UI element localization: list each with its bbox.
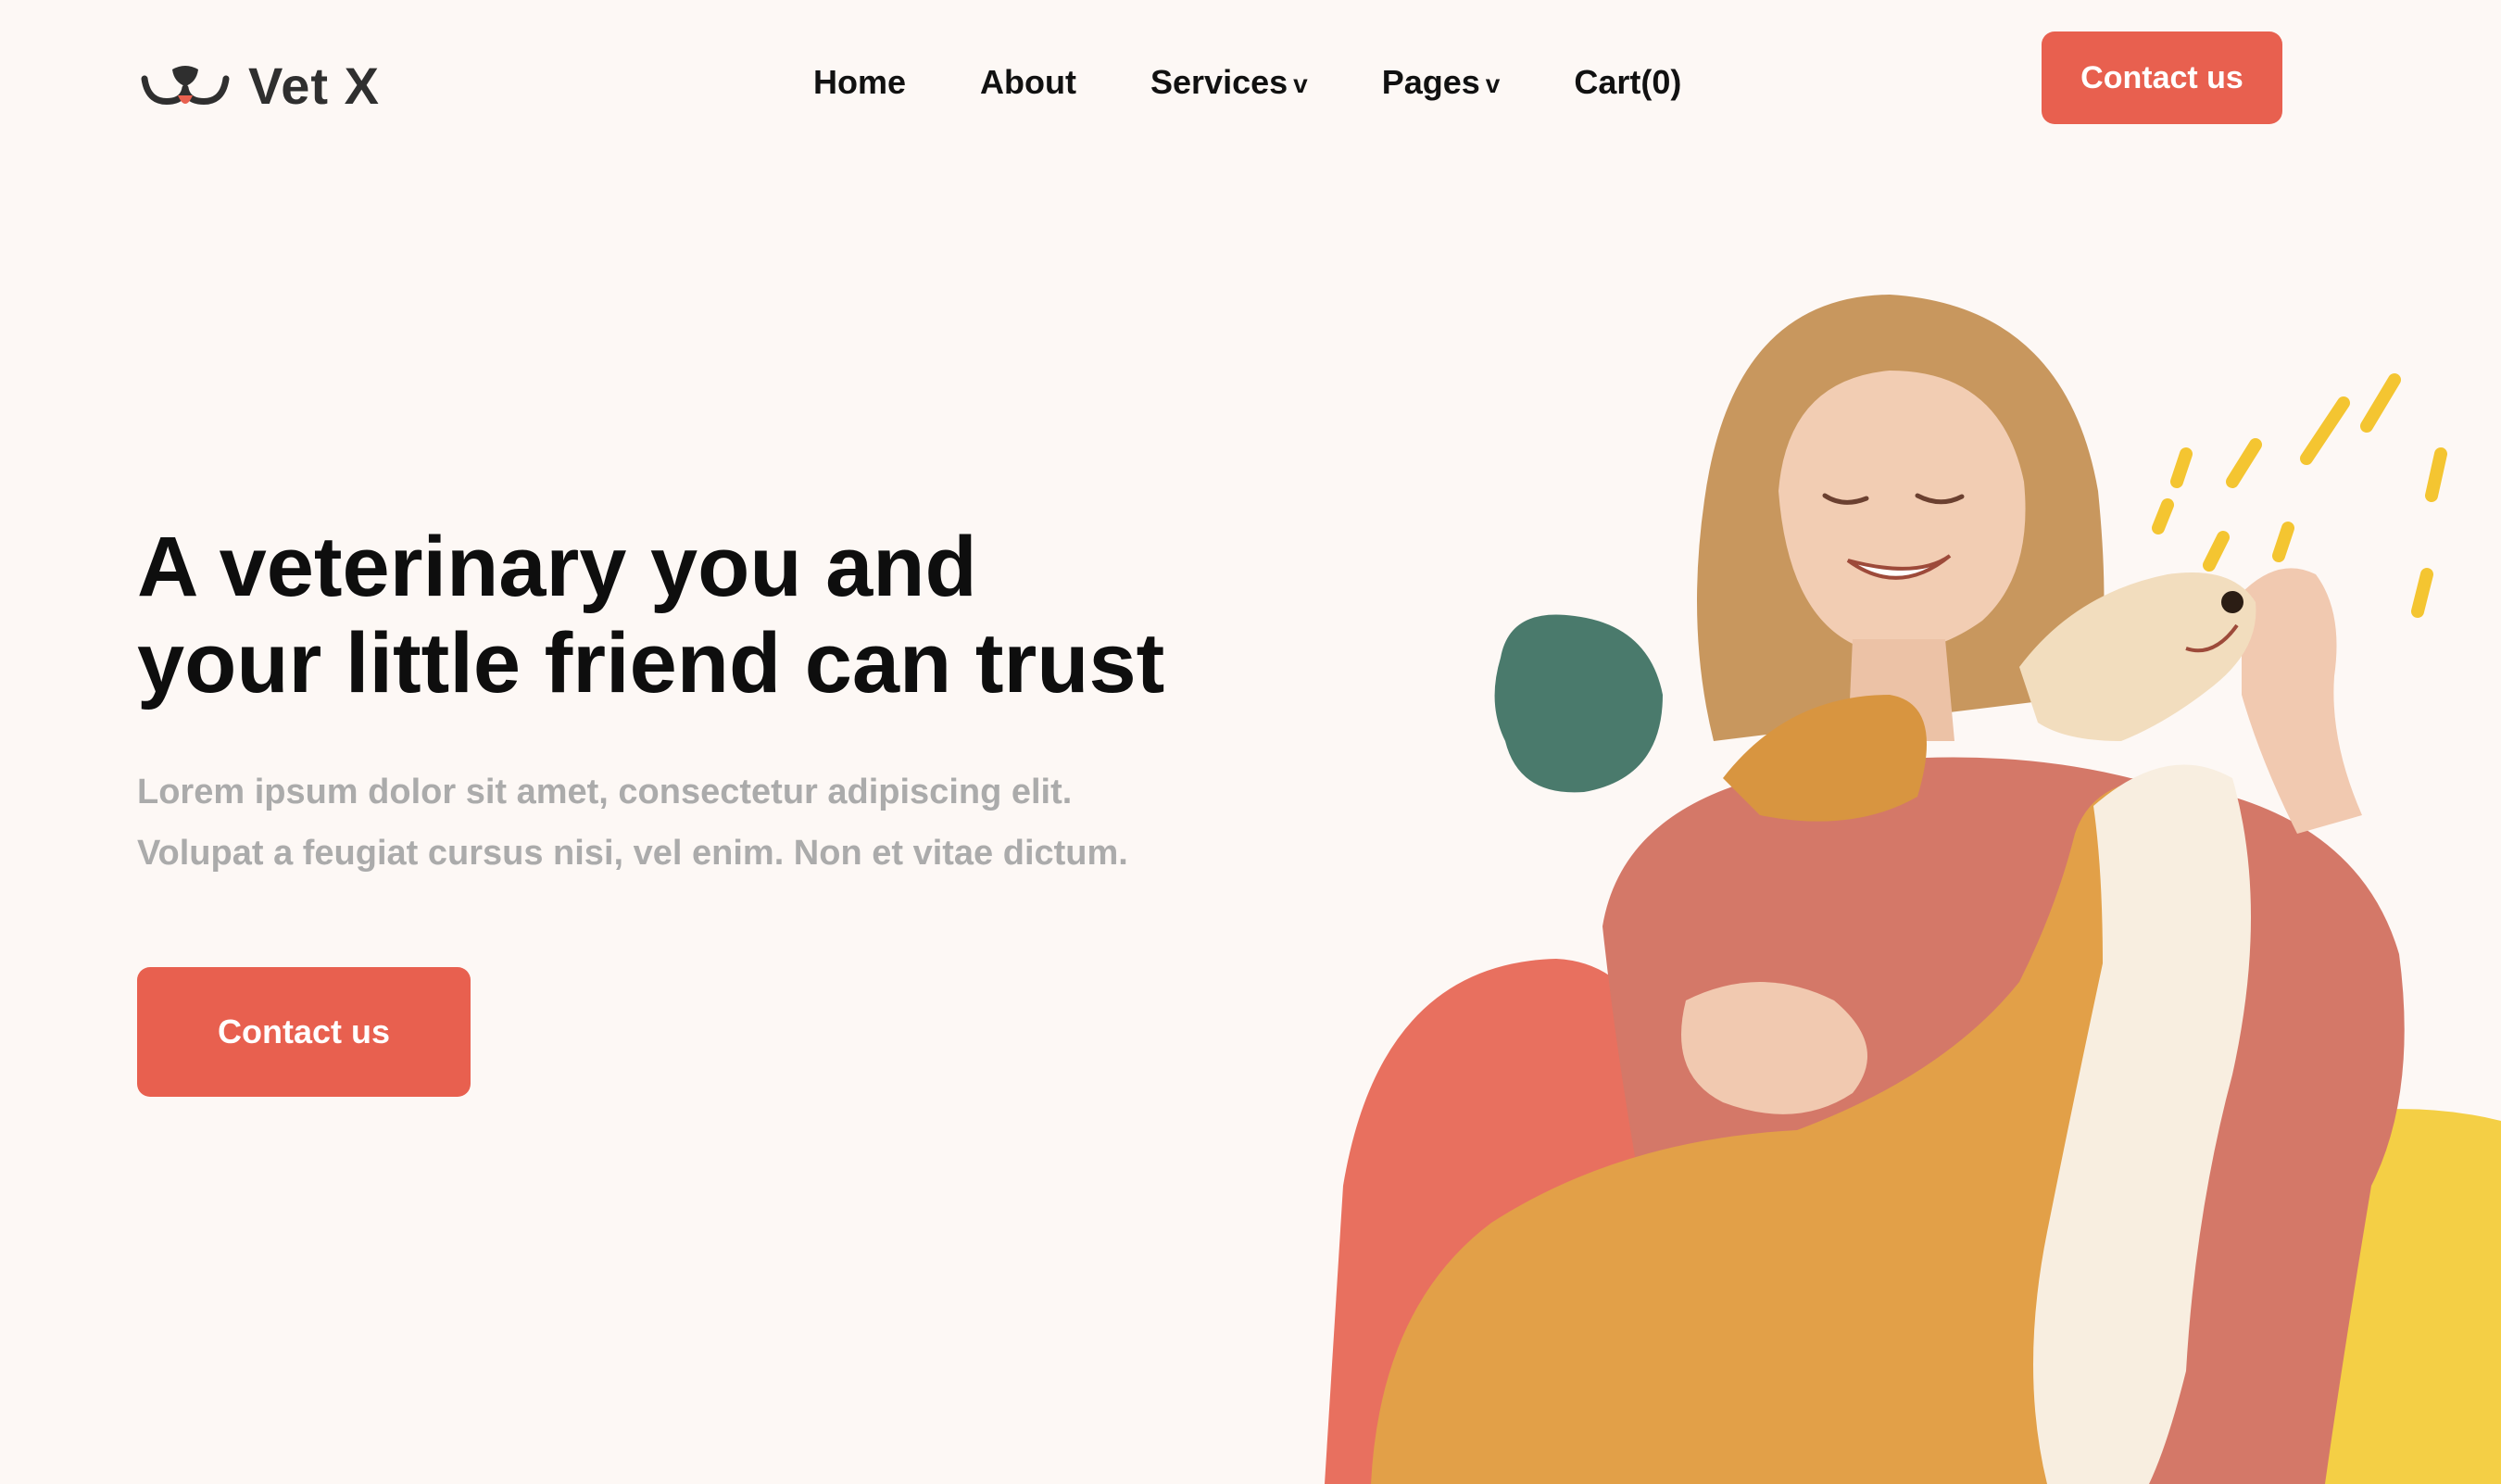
chevron-down-icon: v xyxy=(1293,69,1308,98)
brand-name: Vet X xyxy=(248,57,380,115)
nav-cart[interactable]: Cart(0) xyxy=(1574,63,1681,102)
woman-face xyxy=(1778,371,2026,652)
hero-title-line-2: your little friend can trust xyxy=(137,616,1165,711)
brand-logo[interactable]: Vet X xyxy=(139,56,380,116)
hero-subtitle-line-2: Volupat a feugiat cursus nisi, vel enim.… xyxy=(137,834,1128,873)
hero-contact-button[interactable]: Contact us xyxy=(137,967,471,1097)
nav-pages-label: Pages xyxy=(1381,63,1480,101)
hero-subtitle: Lorem ipsum dolor sit amet, consectetur … xyxy=(137,761,1295,884)
nav-home[interactable]: Home xyxy=(813,63,906,102)
nav-pages[interactable]: Pages v xyxy=(1382,63,1501,102)
nav-about[interactable]: About xyxy=(980,63,1076,102)
nav-about-label: About xyxy=(980,63,1076,101)
nav-cart-label: Cart(0) xyxy=(1574,63,1682,101)
hero-subtitle-line-1: Lorem ipsum dolor sit amet, consectetur … xyxy=(137,773,1073,811)
dog-face-logo-icon xyxy=(141,65,230,105)
header-contact-label: Contact us xyxy=(2080,59,2243,95)
teal-blob-shape xyxy=(1494,614,1663,793)
main-nav: Home About Services v Pages v Cart(0) xyxy=(813,63,1681,102)
woman-hand xyxy=(2242,568,2362,834)
hero-title: A veterinary you and your little friend … xyxy=(137,519,1249,711)
hero-contact-label: Contact us xyxy=(217,1012,390,1050)
hero-title-line-1: A veterinary you and xyxy=(137,520,977,614)
chevron-down-icon: v xyxy=(1485,69,1501,98)
nav-home-label: Home xyxy=(813,63,907,101)
header-contact-button[interactable]: Contact us xyxy=(2042,31,2282,124)
hero-image xyxy=(1325,295,2501,1484)
nav-services-label: Services xyxy=(1150,63,1288,101)
nav-services[interactable]: Services v xyxy=(1150,63,1308,102)
